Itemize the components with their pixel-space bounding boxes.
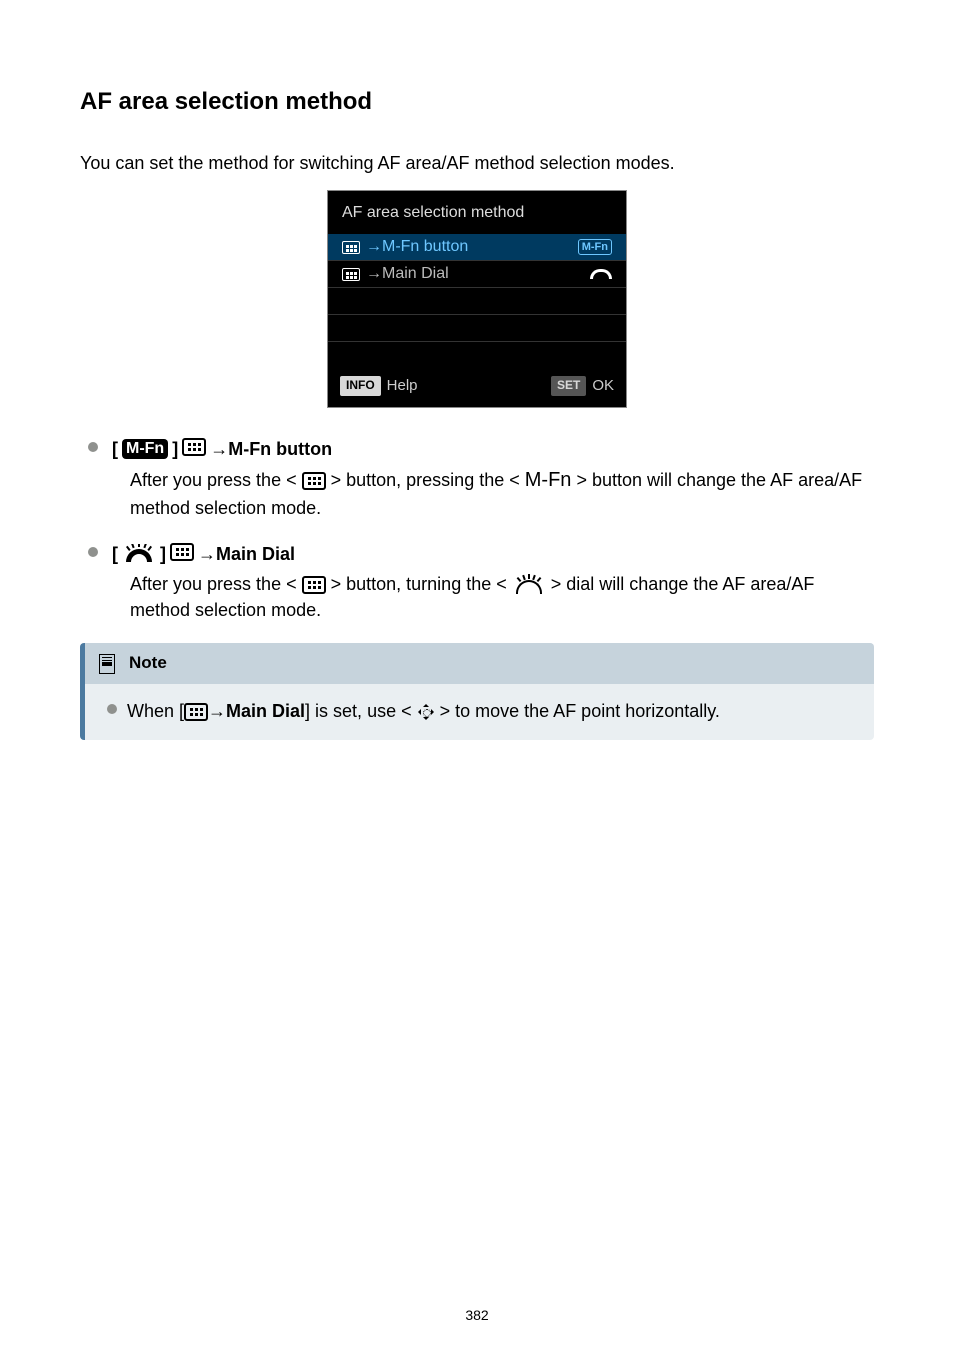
dial-arc-icon xyxy=(590,269,612,279)
text: > button, pressing the < xyxy=(331,470,525,490)
af-points-icon xyxy=(170,543,194,561)
option-maindial-heading: [ ] →Main Dial xyxy=(112,541,874,567)
menu-row-empty xyxy=(328,288,626,315)
text: > button, turning the < xyxy=(331,574,512,594)
af-points-icon xyxy=(302,472,326,490)
option-mfn: [M-Fn] →M-Fn button After you press the … xyxy=(80,436,874,521)
set-pill: SET xyxy=(551,376,586,395)
mfn-text-icon: M-Fn xyxy=(525,469,572,491)
maindial-icon xyxy=(512,575,546,595)
menu-row-mfn: →M-Fn button M-Fn xyxy=(328,234,626,261)
page-number: 382 xyxy=(0,1305,954,1325)
note-title: Note xyxy=(129,651,167,676)
text: → xyxy=(208,701,226,721)
page: AF area selection method You can set the… xyxy=(0,0,954,1345)
note-item: When [ →Main Dial] is set, use < > to mov… xyxy=(103,698,856,724)
option-maindial: [ ] →Main Dial After you press the xyxy=(80,541,874,623)
mfn-badge-icon: M-Fn xyxy=(122,439,168,459)
text: > to move the AF point horizontally. xyxy=(435,701,720,721)
mfn-badge-icon: M-Fn xyxy=(578,239,612,255)
afarea-icon xyxy=(342,241,360,254)
option-mfn-body: After you press the < > button, pressing… xyxy=(112,466,874,521)
text: After you press the < xyxy=(130,470,302,490)
menu-screenshot-title: AF area selection method xyxy=(328,195,626,234)
menu-row-empty xyxy=(328,342,626,369)
menu-row-empty xyxy=(328,315,626,342)
menu-screenshot: AF area selection method →M-Fn button M-… xyxy=(327,190,627,408)
text: ] is set, use < xyxy=(305,701,417,721)
maindial-black-icon xyxy=(122,544,156,564)
section-title: AF area selection method xyxy=(80,85,874,120)
menu-footer: INFO Help SET OK xyxy=(328,369,626,399)
multi-controller-icon xyxy=(417,703,435,721)
note-bold: Main Dial xyxy=(226,701,305,721)
info-pill: INFO xyxy=(340,376,381,395)
menu-row-mfn-label: →M-Fn button xyxy=(366,235,468,258)
menu-row-maindial: →Main Dial xyxy=(328,261,626,288)
help-label: Help xyxy=(387,375,418,397)
text: When [ xyxy=(127,701,184,721)
note-icon xyxy=(99,654,115,674)
option-maindial-label: →Main Dial xyxy=(198,541,295,567)
menu-row-maindial-label: →Main Dial xyxy=(366,262,449,285)
note-body: When [ →Main Dial] is set, use < > to mov… xyxy=(85,684,874,740)
option-list: [M-Fn] →M-Fn button After you press the … xyxy=(80,436,874,623)
afarea-icon xyxy=(342,268,360,281)
note-heading: Note xyxy=(85,643,874,684)
ok-label: OK xyxy=(592,375,614,397)
option-mfn-label: →M-Fn button xyxy=(210,436,332,462)
note-box: Note When [ →Main Dial] is set, use < > t… xyxy=(80,643,874,740)
text: After you press the < xyxy=(130,574,302,594)
option-mfn-heading: [M-Fn] →M-Fn button xyxy=(112,436,874,462)
af-points-icon xyxy=(302,576,326,594)
af-points-icon xyxy=(182,438,206,456)
af-points-icon xyxy=(184,703,208,721)
intro-text: You can set the method for switching AF … xyxy=(80,150,874,176)
option-maindial-body: After you press the < > button, turning … xyxy=(112,571,874,623)
